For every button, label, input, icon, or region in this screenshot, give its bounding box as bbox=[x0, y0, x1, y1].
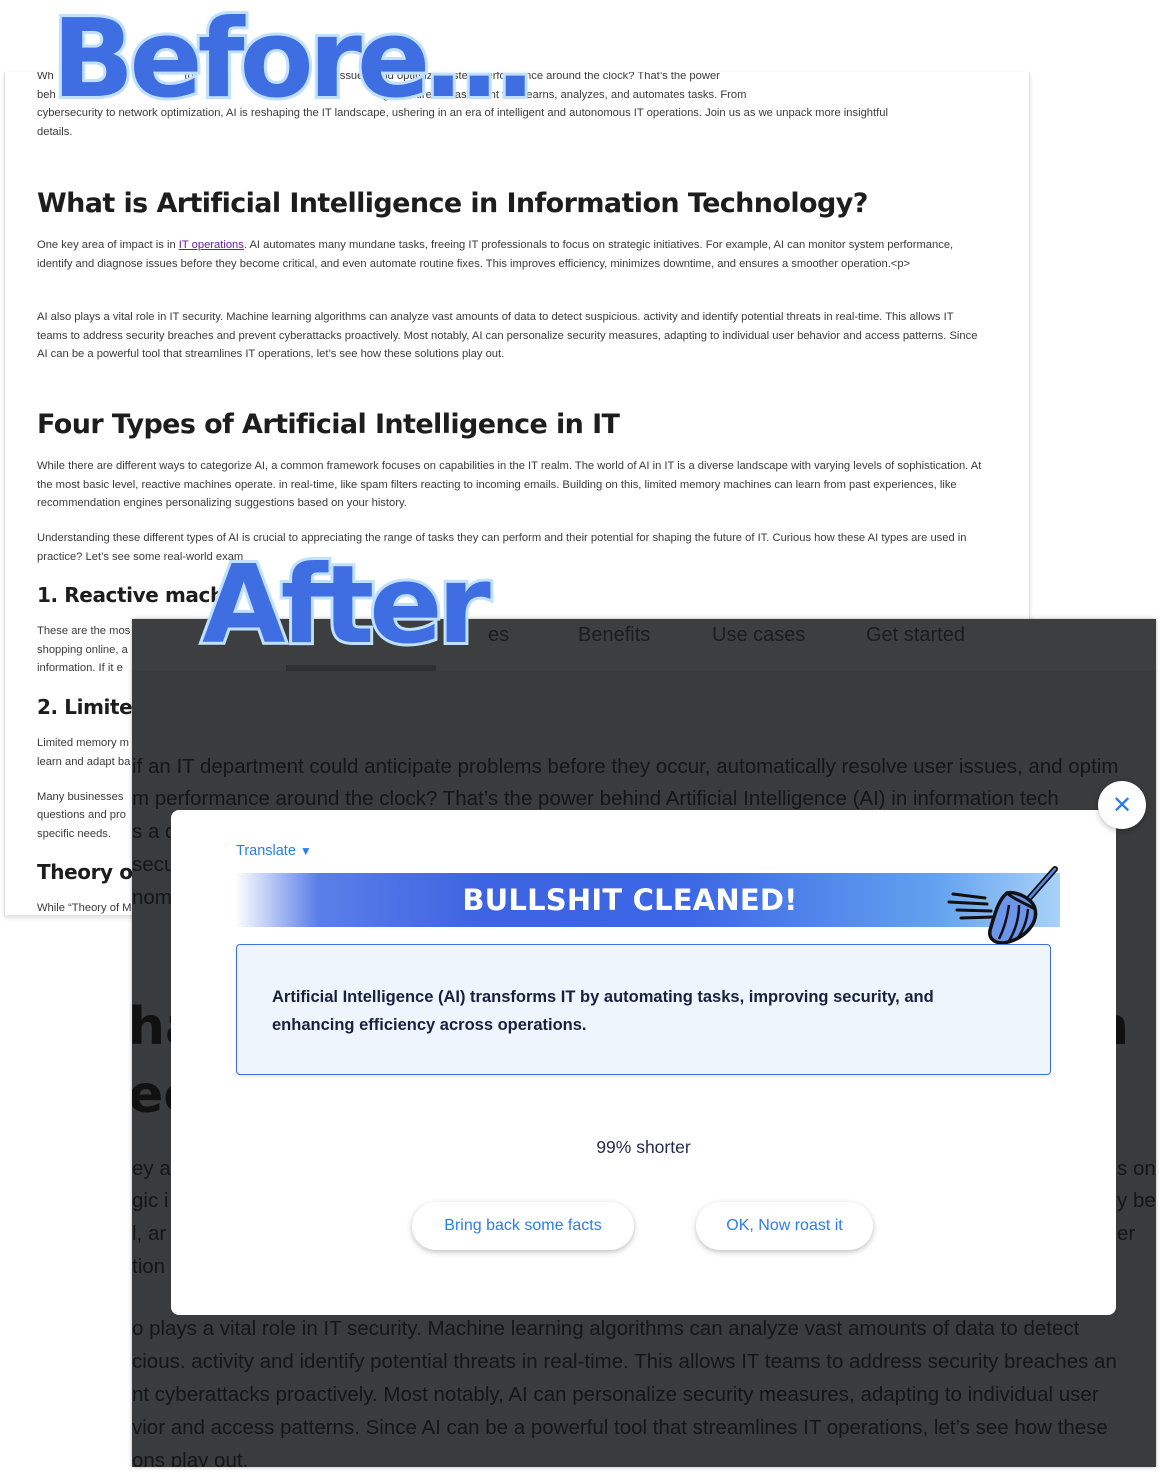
dimmed-text-line: nt cyberattacks proactively. Most notabl… bbox=[132, 1383, 1099, 1406]
broom-icon bbox=[947, 866, 1058, 945]
paragraph-line: Limited memory m bbox=[37, 737, 130, 749]
bring-back-facts-button[interactable]: Bring back some facts bbox=[412, 1202, 634, 1250]
dimmed-text-line: er bbox=[1117, 1222, 1136, 1245]
nav-item-types[interactable]: es bbox=[488, 624, 509, 647]
paragraph-line: questions and pro bbox=[37, 809, 126, 821]
heading-theory-of-mind: Theory of bbox=[37, 860, 141, 884]
heading-limited-memory: 2. Limited bbox=[37, 695, 147, 719]
dimmed-text-line: l, ar bbox=[132, 1222, 167, 1245]
nav-item-use-cases[interactable]: Use cases bbox=[712, 624, 805, 647]
paragraph-text: One key area of impact is in bbox=[37, 239, 179, 251]
paragraph-line: Many businesses bbox=[37, 791, 124, 803]
paragraph-categorize-ai: While there are different ways to catego… bbox=[37, 460, 982, 510]
after-label: After bbox=[199, 543, 494, 668]
dimmed-text-line: ey a bbox=[132, 1157, 171, 1180]
paragraph-line: learn and adapt ba bbox=[37, 756, 131, 768]
caret-down-icon: ▼ bbox=[299, 844, 312, 858]
intro-line: details. bbox=[37, 126, 73, 138]
summary-text: Artificial Intelligence (AI) transforms … bbox=[272, 988, 934, 1034]
roast-it-button[interactable]: OK, Now roast it bbox=[696, 1202, 873, 1250]
paragraph-line: information. If it e bbox=[37, 662, 123, 674]
paragraph-it-operations: One key area of impact is in IT operatio… bbox=[37, 236, 982, 273]
nav-item-get-started[interactable]: Get started bbox=[866, 624, 965, 647]
banner-title: BULLSHIT CLEANED! bbox=[462, 883, 798, 917]
paragraph-line: While “Theory of M bbox=[37, 902, 132, 914]
before-label: Before… bbox=[49, 0, 536, 122]
paragraph-line: These are the mos bbox=[37, 625, 131, 637]
dimmed-text-line: y bee bbox=[1117, 1189, 1156, 1212]
close-modal-button[interactable]: ✕ bbox=[1098, 781, 1146, 829]
it-operations-link[interactable]: IT operations bbox=[179, 239, 244, 251]
shorter-percent: 99% shorter bbox=[596, 1137, 691, 1157]
dimmed-text-line: ons play out. bbox=[132, 1449, 249, 1467]
close-icon: ✕ bbox=[1111, 791, 1133, 819]
cleaned-banner: BULLSHIT CLEANED! bbox=[235, 866, 1060, 945]
heading-four-types: Four Types of Artificial Intelligence in… bbox=[37, 409, 620, 440]
translate-label: Translate bbox=[236, 843, 296, 859]
dimmed-text-line: cious. activity and identify potential t… bbox=[132, 1350, 1117, 1373]
heading-what-is-ai: What is Artificial Intelligence in Infor… bbox=[37, 188, 868, 219]
dimmed-text-line: m performance around the clock? That’s t… bbox=[132, 787, 1059, 810]
dimmed-text-line: secu bbox=[132, 853, 176, 876]
dimmed-text-line: tion bbox=[132, 1255, 166, 1278]
translate-dropdown[interactable]: Translate ▼ bbox=[236, 843, 312, 859]
paragraph-line: shopping online, a bbox=[37, 644, 128, 656]
dimmed-text-line: s a d bbox=[132, 820, 177, 843]
dimmed-text-line: s on bbox=[1117, 1157, 1156, 1180]
nav-item-benefits[interactable]: Benefits bbox=[578, 624, 650, 647]
paragraph-understanding: Understanding these different types of A… bbox=[37, 532, 967, 563]
paragraph-security: AI also plays a vital role in IT securit… bbox=[37, 311, 978, 361]
summary-box: Artificial Intelligence (AI) transforms … bbox=[236, 944, 1051, 1075]
dimmed-text-line: o plays a vital role in IT security. Mac… bbox=[132, 1317, 1080, 1340]
dimmed-text-line: gic i bbox=[132, 1189, 169, 1212]
dimmed-text-line: if an IT department could anticipate pro… bbox=[132, 755, 1119, 778]
dimmed-text-line: vior and access patterns. Since AI can b… bbox=[132, 1416, 1108, 1439]
summary-modal: Translate ▼ BULLSHIT CLEANED! Artificial … bbox=[171, 810, 1116, 1315]
paragraph-line: specific needs. bbox=[37, 828, 112, 840]
